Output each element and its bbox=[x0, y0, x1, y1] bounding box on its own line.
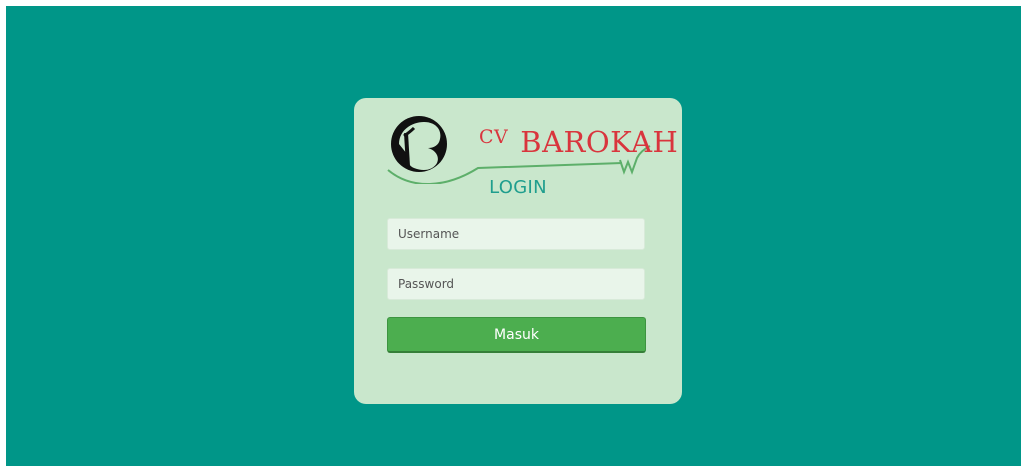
login-card: CV BAROKAH LOGIN Masuk bbox=[354, 98, 682, 404]
login-submit-button[interactable]: Masuk bbox=[387, 317, 646, 353]
brand-title: BAROKAH bbox=[520, 125, 679, 159]
brand-name: CV BAROKAH bbox=[479, 125, 678, 159]
username-input[interactable] bbox=[387, 218, 645, 250]
login-title: LOGIN bbox=[489, 177, 547, 198]
brand-logo: CV BAROKAH bbox=[384, 108, 678, 184]
brand-prefix: CV bbox=[479, 126, 509, 148]
password-input[interactable] bbox=[387, 268, 645, 300]
